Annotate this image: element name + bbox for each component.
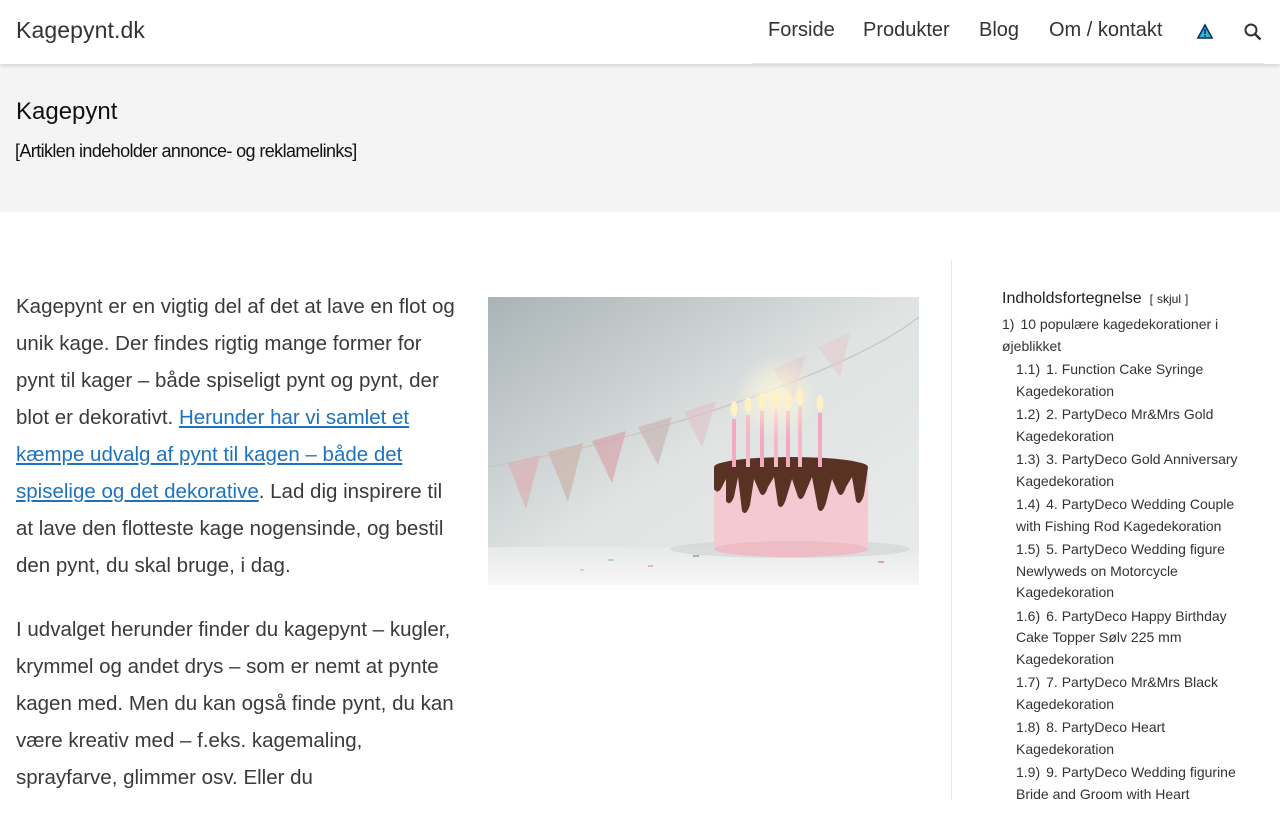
nav-item-forside[interactable]: Forside — [768, 19, 835, 42]
second-paragraph: I udvalget herunder finder du kagepynt –… — [16, 618, 454, 789]
toc-item[interactable]: 1.4) 4. PartyDeco Wedding Couple with Fis… — [1016, 494, 1242, 537]
ad-disclaimer: [Artiklen indeholder annonce- og reklame… — [15, 141, 357, 161]
article-body: Kagepynt er en vigtig del af det at lave… — [16, 288, 456, 823]
main-nav: Forside Produkter Blog Om / kontakt — [752, 0, 1264, 64]
toc-item-number: 1.7) — [1016, 674, 1041, 690]
toc-item-label[interactable]: 3. PartyDeco Gold Anniversary Kagedekora… — [1016, 451, 1238, 489]
toc-item-label[interactable]: 7. PartyDeco Mr&Mrs Black Kagedekoration — [1016, 674, 1218, 712]
toc-item[interactable]: 1.3) 3. PartyDeco Gold Anniversary Kagede… — [1016, 449, 1242, 492]
toc-item-label[interactable]: 10 populære kagedekorationer i øjeblikke… — [1002, 316, 1218, 354]
toc-item[interactable]: 1.5) 5. PartyDeco Wedding figure Newlywed… — [1016, 539, 1242, 604]
table-of-contents: Indholdsfortegnelse [skjul] 1) 10 populær… — [1002, 290, 1252, 807]
toc-item[interactable]: 1.8) 8. PartyDeco Heart Kagedekoration — [1016, 717, 1242, 760]
toc-item-label[interactable]: 1. Function Cake Syringe Kagedekoration — [1016, 361, 1203, 399]
toc-item[interactable]: 1.6) 6. PartyDeco Happy Birthday Cake Top… — [1016, 606, 1242, 671]
warning-triangle-icon[interactable] — [1194, 21, 1216, 43]
toc-item-label[interactable]: 5. PartyDeco Wedding figure Newlyweds on… — [1016, 541, 1225, 600]
sidebar-divider — [951, 260, 952, 800]
toc-item-number: 1.4) — [1016, 496, 1041, 512]
toc-item-number: 1.6) — [1016, 607, 1041, 624]
toc-item-number: 1.2) — [1016, 406, 1041, 422]
birthday-cake-photo — [488, 297, 919, 585]
nav-item-produkter[interactable]: Produkter — [863, 19, 950, 42]
toc-title: Indholdsfortegnelse — [1002, 290, 1142, 307]
toc-item[interactable]: 1.2) 2. PartyDeco Mr&Mrs Gold Kagedekorat… — [1016, 404, 1242, 447]
toc-toggle-button[interactable]: [skjul] — [1150, 292, 1189, 306]
nav-item-blog[interactable]: Blog — [979, 19, 1019, 42]
toc-item-number: 1.3) — [1016, 451, 1041, 467]
page-title: Kagepynt — [16, 98, 118, 125]
site-header: Kagepynt.dk Forside Produkter Blog Om / … — [0, 0, 1280, 64]
toc-item-number: 1) — [1002, 316, 1015, 332]
toc-list: 1) 10 populære kagedekorationer i øjeblik… — [1002, 314, 1252, 805]
toc-toggle-label[interactable]: skjul — [1157, 292, 1181, 306]
intro-paragraph: Kagepynt er en vigtig del af det at lave… — [16, 288, 456, 584]
toc-item-number: 1.1) — [1016, 361, 1041, 377]
toc-item-label[interactable]: 6. PartyDeco Happy Birthday Cake Topper … — [1016, 608, 1227, 667]
toc-item-label[interactable]: 2. PartyDeco Mr&Mrs Gold Kagedekoration — [1016, 406, 1213, 444]
page-hero: Kagepynt [Artiklen indeholder annonce- o… — [0, 64, 1280, 212]
toc-item-label[interactable]: 9. PartyDeco Wedding figurine Bride and … — [1016, 764, 1236, 802]
toc-header: Indholdsfortegnelse [skjul] — [1002, 290, 1252, 308]
toc-item-number: 1.5) — [1016, 541, 1041, 557]
toc-item[interactable]: 1.9) 9. PartyDeco Wedding figurine Bride … — [1016, 762, 1242, 805]
toc-item-label[interactable]: 4. PartyDeco Wedding Couple with Fishing… — [1016, 496, 1234, 534]
toc-item[interactable]: 1.7) 7. PartyDeco Mr&Mrs Black Kagedekora… — [1016, 672, 1242, 715]
toc-item[interactable]: 1) 10 populære kagedekorationer i øjeblik… — [1002, 314, 1242, 357]
toc-item-number: 1.8) — [1016, 719, 1041, 735]
nav-item-om-kontakt[interactable]: Om / kontakt — [1049, 19, 1162, 42]
site-logo-link[interactable]: Kagepynt.dk — [16, 17, 145, 44]
search-icon[interactable] — [1242, 21, 1264, 43]
toc-item-number: 1.9) — [1016, 764, 1041, 780]
toc-item[interactable]: 1.1) 1. Function Cake Syringe Kagedekorat… — [1016, 359, 1242, 402]
